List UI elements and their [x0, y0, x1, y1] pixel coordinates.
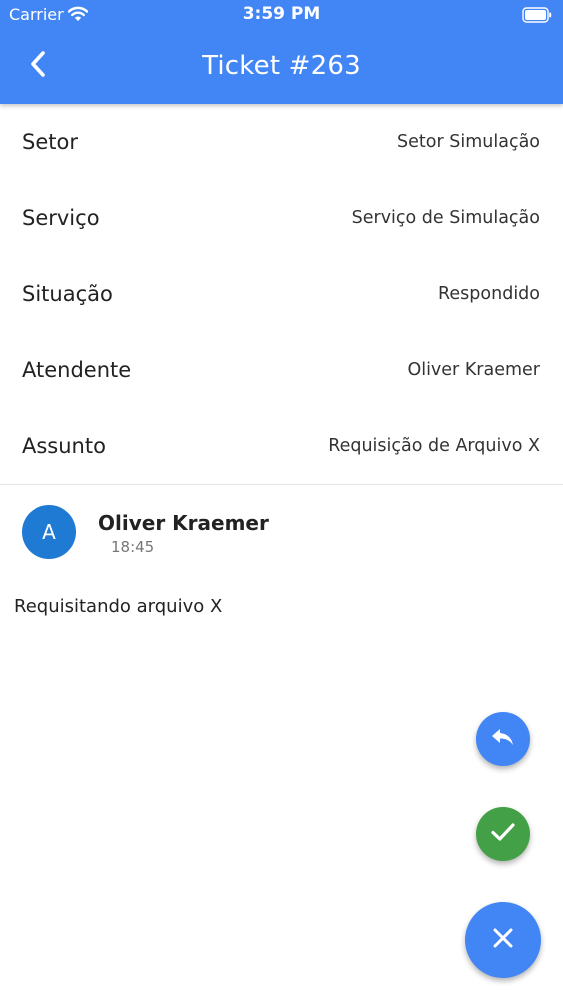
- section-divider: [0, 484, 563, 485]
- status-time: 3:59 PM: [242, 4, 321, 24]
- detail-label: Situação: [22, 282, 113, 306]
- resolve-button[interactable]: [476, 807, 530, 861]
- detail-value: Serviço de Simulação: [351, 208, 540, 228]
- check-icon: [490, 821, 516, 847]
- message-time: 18:45: [111, 538, 155, 556]
- reply-icon: [490, 725, 516, 753]
- close-icon: [492, 927, 514, 953]
- detail-label: Atendente: [22, 358, 132, 382]
- close-button[interactable]: [465, 902, 541, 978]
- detail-row-atendente: Atendente Oliver Kraemer: [0, 332, 563, 408]
- battery-icon: [522, 7, 552, 23]
- message-author: Oliver Kraemer: [98, 511, 269, 535]
- detail-row-assunto: Assunto Requisição de Arquivo X: [0, 408, 563, 484]
- message-text: Requisitando arquivo X: [14, 596, 223, 617]
- detail-row-servico: Serviço Serviço de Simulação: [0, 180, 563, 256]
- detail-label: Serviço: [22, 206, 100, 230]
- app-bar: Ticket #263: [0, 30, 563, 104]
- ticket-details: Setor Setor Simulação Serviço Serviço de…: [0, 104, 563, 484]
- status-bar: Carrier 3:59 PM: [0, 0, 563, 30]
- detail-label: Setor: [22, 130, 78, 154]
- ticket-screen: Carrier 3:59 PM Ticket #263 Setor Setor …: [0, 0, 563, 1000]
- page-title: Ticket #263: [202, 51, 361, 81]
- detail-value: Requisição de Arquivo X: [328, 436, 540, 456]
- detail-row-setor: Setor Setor Simulação: [0, 104, 563, 180]
- detail-value: Setor Simulação: [397, 132, 540, 152]
- detail-value: Oliver Kraemer: [407, 360, 540, 380]
- avatar: A: [22, 505, 76, 559]
- header: Carrier 3:59 PM Ticket #263: [0, 0, 563, 104]
- reply-button[interactable]: [476, 712, 530, 766]
- detail-value: Respondido: [438, 284, 540, 304]
- detail-row-situacao: Situação Respondido: [0, 256, 563, 332]
- detail-label: Assunto: [22, 434, 106, 458]
